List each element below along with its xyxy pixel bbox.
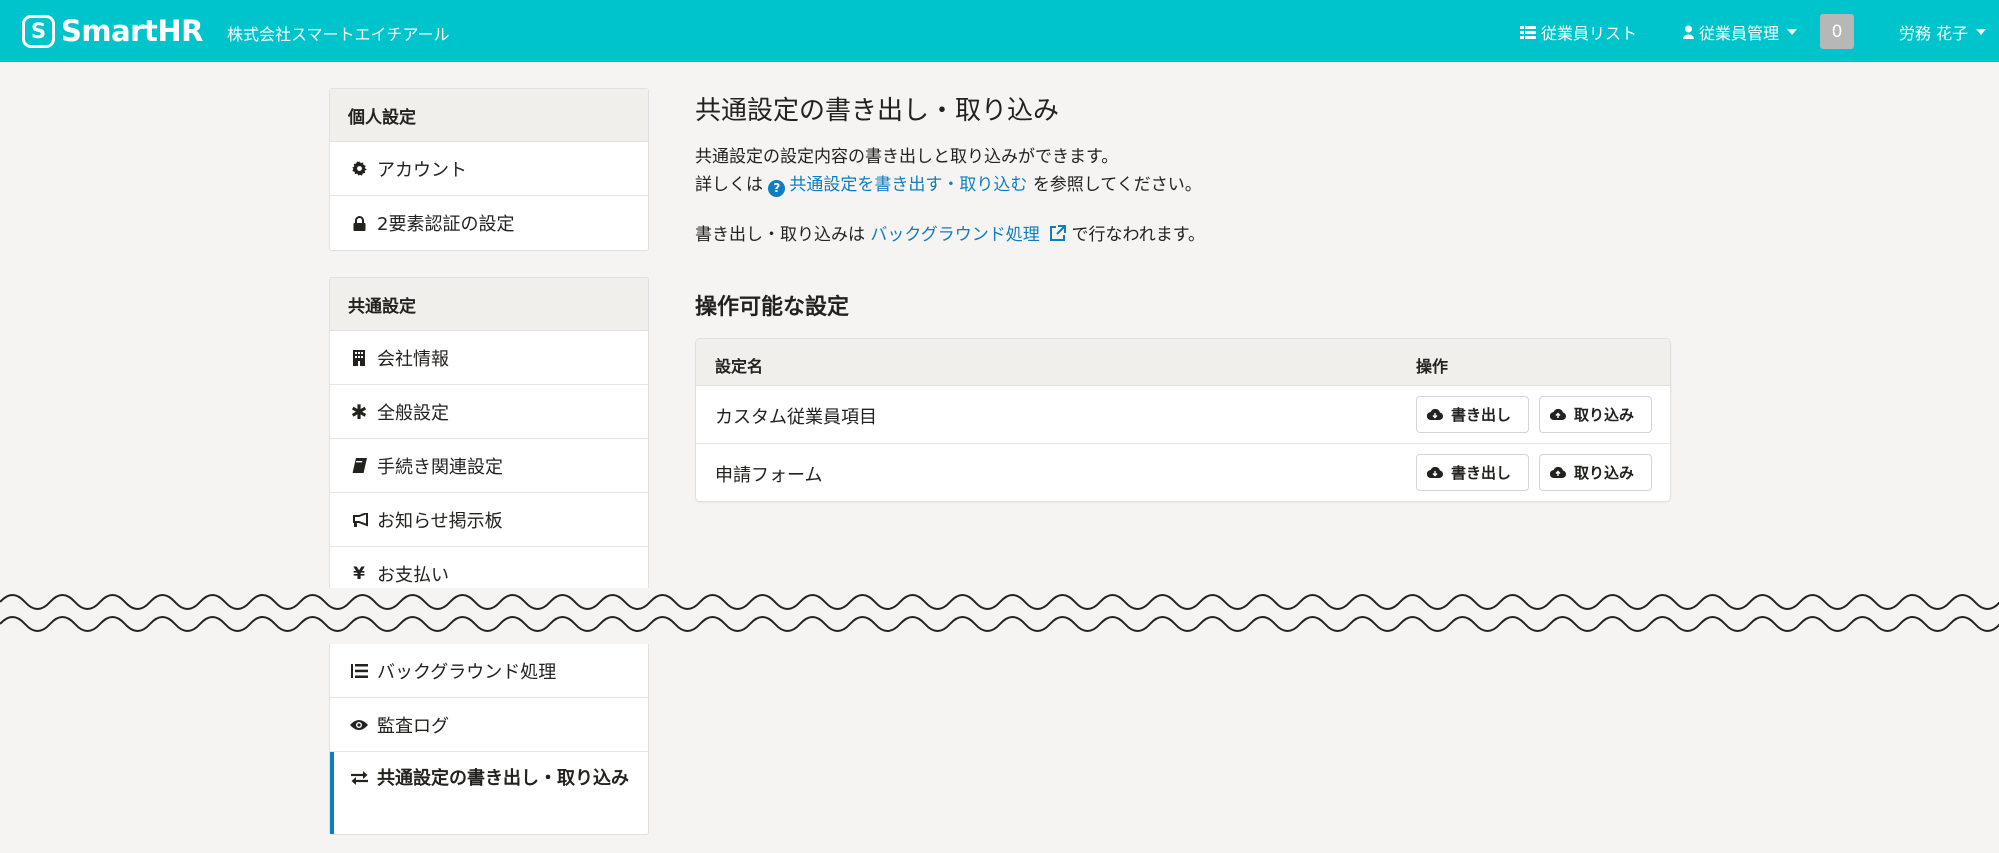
sidebar-item-label: 2要素認証の設定: [377, 214, 515, 235]
list-ol-icon: [350, 663, 368, 678]
description-line-1: 共通設定の設定内容の書き出しと取り込みができます。: [695, 147, 1119, 167]
column-header-action: 操作: [1416, 357, 1449, 376]
column-header-name: 設定名: [715, 357, 764, 376]
cloud-download-icon: [1427, 409, 1443, 420]
sidebar-item-bulletin-board[interactable]: お知らせ掲示板: [330, 493, 648, 547]
smarthr-logo-icon: S: [22, 14, 55, 48]
user-icon: [1683, 25, 1694, 39]
sidebar-item-general-settings[interactable]: ✱ 全般設定: [330, 385, 648, 439]
personal-settings-panel: 個人設定 アカウント 2要素認証の設定: [329, 88, 649, 251]
exchange-icon: [350, 771, 368, 785]
asterisk-icon: ✱: [350, 399, 368, 424]
brand-name: SmartHR: [61, 14, 203, 48]
sidebar-item-procedure-settings[interactable]: 手続き関連設定: [330, 439, 648, 493]
description-prefix: 書き出し・取り込みは: [695, 225, 865, 245]
common-settings-heading: 共通設定: [330, 278, 648, 331]
sidebar-item-label: 全般設定: [377, 402, 449, 424]
background-jobs-link[interactable]: バックグラウンド処理: [870, 225, 1071, 245]
sidebar-item-label: 監査ログ: [377, 715, 449, 737]
description-suffix: で行なわれます。: [1071, 225, 1205, 245]
building-icon: [350, 349, 368, 366]
sidebar-item-audit-log[interactable]: 監査ログ: [330, 698, 648, 752]
help-link-label: 共通設定を書き出す・取り込む: [789, 175, 1028, 195]
cloud-upload-icon: [1550, 409, 1566, 420]
notification-badge[interactable]: 0: [1820, 14, 1854, 49]
gear-icon: [350, 161, 368, 176]
sidebar-item-label: 手続き関連設定: [377, 456, 503, 478]
caret-down-icon: [1787, 29, 1798, 35]
import-button[interactable]: 取り込み: [1539, 396, 1652, 433]
page-break-wave: [0, 594, 1999, 644]
nav-employee-management-label: 従業員管理: [1699, 24, 1780, 43]
sidebar-item-export-import[interactable]: 共通設定の書き出し・取り込み: [330, 752, 648, 834]
export-button[interactable]: 書き出し: [1416, 396, 1529, 433]
lock-icon: [350, 215, 368, 231]
nav-employee-list[interactable]: 従業員リスト: [1520, 20, 1637, 44]
nav-employee-management-dropdown[interactable]: 従業員管理: [1683, 20, 1798, 44]
sidebar-item-label: お支払い: [377, 565, 449, 586]
book-icon: [350, 458, 368, 473]
megaphone-icon: [350, 512, 368, 527]
import-button[interactable]: 取り込み: [1539, 454, 1652, 491]
user-menu-dropdown[interactable]: 労務 花子: [1899, 20, 1987, 44]
list-icon: [1520, 25, 1536, 39]
table-header: 設定名 操作: [696, 339, 1670, 386]
sidebar-item-payment[interactable]: ¥ お支払い: [330, 547, 648, 588]
sidebar-item-account[interactable]: アカウント: [330, 142, 648, 196]
cloud-upload-icon: [1550, 467, 1566, 478]
sidebar-item-company-info[interactable]: 会社情報: [330, 331, 648, 385]
section-title: 操作可能な設定: [695, 295, 850, 320]
sidebar-item-label: バックグラウンド処理: [377, 661, 557, 683]
page-title: 共通設定の書き出し・取り込み: [695, 96, 1060, 126]
nav-employee-list-label: 従業員リスト: [1541, 24, 1638, 43]
sidebar-item-label: 共通設定の書き出し・取り込み: [377, 768, 629, 789]
user-name: 労務 花子: [1899, 24, 1969, 43]
export-button[interactable]: 書き出し: [1416, 454, 1529, 491]
eye-icon: [350, 719, 368, 731]
setting-name: カスタム従業員項目: [715, 407, 877, 428]
description-suffix: を参照してください。: [1032, 175, 1202, 195]
sidebar-item-label: お知らせ掲示板: [377, 510, 503, 532]
export-button-label: 書き出し: [1451, 464, 1512, 482]
import-button-label: 取り込み: [1574, 406, 1635, 424]
common-settings-panel: 共通設定 会社情報 ✱ 全般設定 手続き関連設定 お知らせ掲示板 ¥ お支払い: [329, 277, 649, 588]
table-row: 申請フォーム 書き出し 取り込み: [696, 444, 1670, 501]
sidebar-item-label: 会社情報: [377, 348, 449, 370]
common-settings-panel-continued: バックグラウンド処理 監査ログ 共通設定の書き出し・取り込み: [329, 644, 649, 835]
background-jobs-link-label: バックグラウンド処理: [870, 225, 1040, 245]
export-button-label: 書き出し: [1451, 406, 1512, 424]
sidebar-item-2fa[interactable]: 2要素認証の設定: [330, 196, 648, 250]
cloud-download-icon: [1427, 467, 1443, 478]
top-navigation-bar: S SmartHR 株式会社スマートエイチアール 従業員リスト 従業員管理 0 …: [0, 0, 1999, 62]
import-button-label: 取り込み: [1574, 464, 1635, 482]
help-link[interactable]: ? 共通設定を書き出す・取り込む: [768, 175, 1032, 197]
company-name: 株式会社スマートエイチアール: [227, 25, 450, 44]
external-link-icon: [1050, 225, 1067, 241]
setting-name: 申請フォーム: [715, 465, 823, 486]
question-circle-icon: ?: [768, 179, 786, 197]
yen-icon: ¥: [353, 564, 365, 584]
sidebar-item-label: アカウント: [377, 159, 467, 181]
sidebar-item-background-jobs[interactable]: バックグラウンド処理: [330, 644, 648, 698]
settings-table: 設定名 操作 カスタム従業員項目 書き出し 取り込み 申請フォーム 書き出し 取…: [695, 338, 1671, 502]
description-line-3: 書き出し・取り込みは バックグラウンド処理 で行なわれます。: [695, 221, 1205, 249]
description-prefix: 詳しくは: [695, 175, 763, 195]
caret-down-icon: [1976, 29, 1987, 35]
personal-settings-heading: 個人設定: [330, 89, 648, 142]
description-line-2: 詳しくは ? 共通設定を書き出す・取り込む を参照してください。: [695, 171, 1202, 199]
table-row: カスタム従業員項目 書き出し 取り込み: [696, 386, 1670, 444]
brand-logo[interactable]: S SmartHR: [22, 14, 203, 48]
